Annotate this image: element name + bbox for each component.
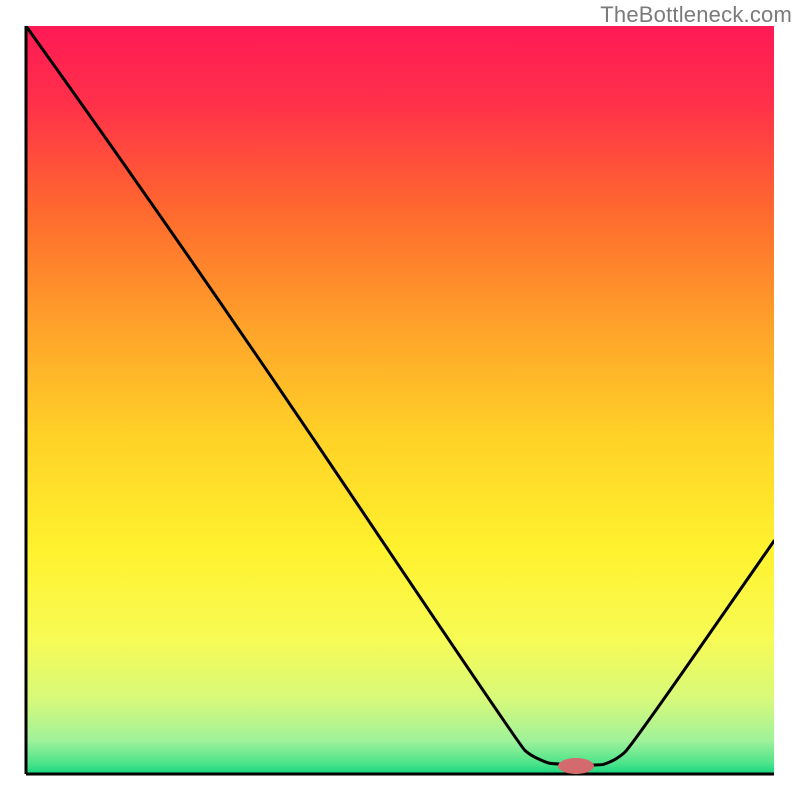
chart-canvas [0,0,800,800]
watermark-text: TheBottleneck.com [600,2,792,28]
gradient-background [26,26,774,774]
optimum-marker [558,758,594,774]
chart-stage: TheBottleneck.com [0,0,800,800]
